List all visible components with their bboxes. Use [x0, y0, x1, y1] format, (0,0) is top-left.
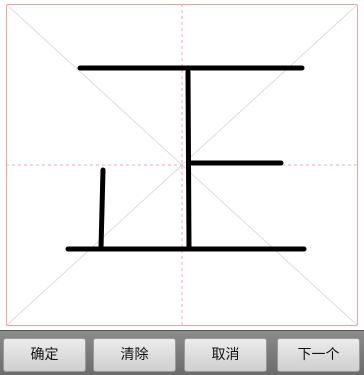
cancel-button[interactable]: 取消	[184, 338, 267, 372]
stroke-center-vertical	[185, 69, 192, 251]
next-button[interactable]: 下一个	[277, 338, 360, 372]
bottom-toolbar: 确定 清除 取消 下一个	[0, 330, 364, 375]
confirm-button[interactable]: 确定	[3, 338, 86, 372]
handwriting-canvas[interactable]	[0, 0, 364, 330]
stroke-left-vertical	[98, 167, 106, 251]
ink-strokes	[65, 65, 307, 252]
clear-button[interactable]: 清除	[93, 338, 176, 372]
handwriting-app: 确定 清除 取消 下一个	[0, 0, 364, 375]
handwriting-svg	[5, 3, 359, 327]
